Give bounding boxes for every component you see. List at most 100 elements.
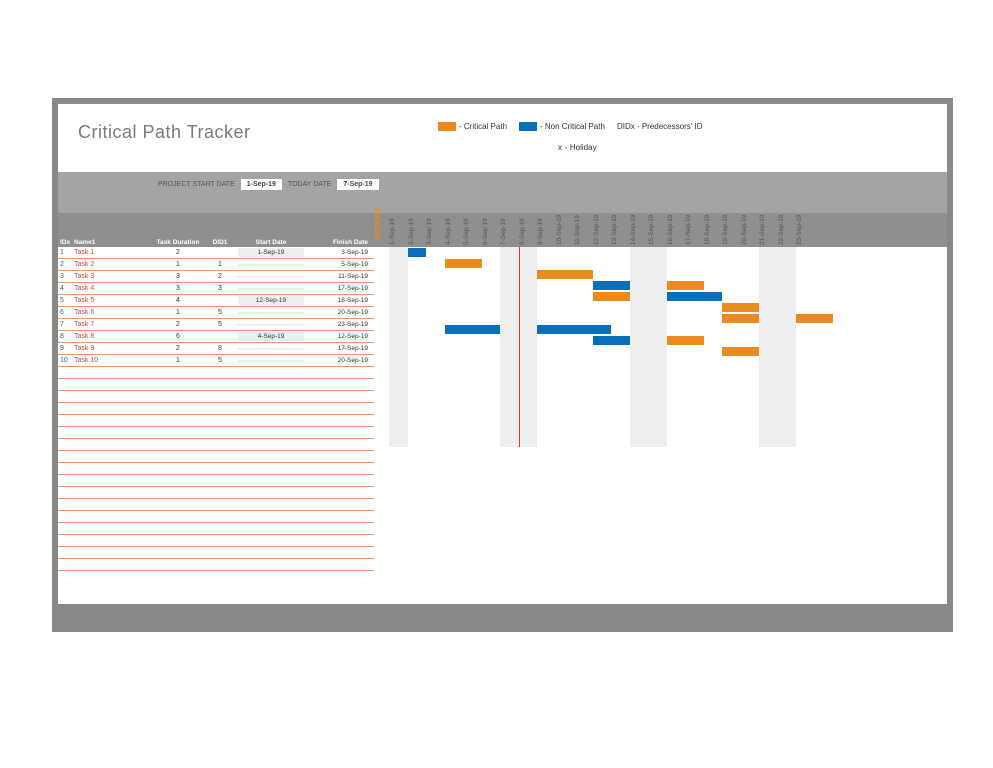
date-col: 13-Sep-19 (611, 199, 630, 247)
cell-start (238, 348, 304, 350)
cell-finish: 12-Sep-19 (304, 332, 370, 341)
periods-label: PERIODS (375, 199, 389, 247)
date-col: 4-Sep-19 (445, 199, 464, 247)
cell-start (238, 312, 304, 314)
date-col: 12-Sep-19 (593, 199, 612, 247)
date-col: 11-Sep-19 (574, 199, 593, 247)
empty-row (58, 463, 374, 475)
date-col: 17-Sep-19 (685, 199, 704, 247)
gantt-bar-critical[interactable] (667, 336, 704, 345)
project-start-input[interactable]: 1-Sep-19 (241, 179, 282, 190)
cell-duration: 1 (154, 356, 202, 365)
table-row[interactable]: 6Task 61520-Sep-19 (58, 307, 374, 319)
legend-critical: - Critical Path (438, 122, 507, 131)
cell-id: 10 (58, 356, 72, 365)
empty-row (58, 535, 374, 547)
cell-did: 5 (202, 356, 238, 365)
col-name: Name1 (72, 238, 154, 247)
date-col: 22-Sep-19 (778, 199, 797, 247)
date-col: 14-Sep-19 (630, 199, 649, 247)
date-col: 7-Sep-19 (500, 199, 519, 247)
cell-finish: 18-Sep-19 (304, 296, 370, 305)
cell-id: 3 (58, 272, 72, 281)
cell-did: 1 (202, 260, 238, 269)
today-date-input[interactable]: 7-Sep-19 (337, 179, 378, 190)
empty-row (58, 475, 374, 487)
cell-name: Task 7 (72, 320, 154, 329)
cell-id: 5 (58, 296, 72, 305)
cell-name: Task 3 (72, 272, 154, 281)
gantt-bar-noncritical[interactable] (445, 325, 501, 334)
empty-row (58, 427, 374, 439)
date-col: 2-Sep-19 (408, 199, 427, 247)
table-row[interactable]: 9Task 92817-Sep-19 (58, 343, 374, 355)
table-header-row: IDx Name1 Task Duration DID1 Start Date … (58, 227, 374, 249)
gantt-bar-critical[interactable] (722, 347, 759, 356)
cell-id: 6 (58, 308, 72, 317)
gantt-bar-noncritical[interactable] (593, 336, 630, 345)
today-line (519, 247, 520, 447)
gantt-bar-critical[interactable] (445, 259, 482, 268)
cell-did: 5 (202, 320, 238, 329)
cell-duration: 4 (154, 296, 202, 305)
table-row[interactable]: 3Task 33211-Sep-19 (58, 271, 374, 283)
table-row[interactable]: 10Task 101520-Sep-19 (58, 355, 374, 367)
cell-name: Task 4 (72, 284, 154, 293)
table-row[interactable]: 5Task 54 12-Sep-1918-Sep-19 (58, 295, 374, 307)
empty-row (58, 403, 374, 415)
cell-duration: 1 (154, 260, 202, 269)
table-row[interactable]: 7Task 72523-Sep-19 (58, 319, 374, 331)
cell-did: 5 (202, 308, 238, 317)
table-row[interactable]: 1Task 121-Sep-193-Sep-19 (58, 247, 374, 259)
swatch-critical-icon (438, 122, 456, 131)
col-start: Start Date (238, 238, 304, 247)
cell-finish: 17-Sep-19 (304, 284, 370, 293)
weekend-shade (759, 247, 796, 447)
legend: - Critical Path - Non Critical Path DIDx… (438, 122, 818, 152)
cell-duration: 3 (154, 284, 202, 293)
table-row[interactable]: 4Task 43317-Sep-19 (58, 283, 374, 295)
cell-did (202, 252, 238, 254)
legend-critical-label: - Critical Path (459, 122, 507, 131)
empty-row (58, 391, 374, 403)
empty-row (58, 523, 374, 535)
date-col: 5-Sep-19 (463, 199, 482, 247)
cell-name: Task 10 (72, 356, 154, 365)
cell-start: 1-Sep-19 (238, 248, 304, 257)
cell-start (238, 264, 304, 266)
legend-holiday-mark: x (558, 143, 562, 152)
cell-name: Task 5 (72, 296, 154, 305)
cell-finish: 11-Sep-19 (304, 272, 370, 281)
gantt-bar-critical[interactable] (796, 314, 833, 323)
cell-finish: 17-Sep-19 (304, 344, 370, 353)
table-row[interactable]: 2Task 2115-Sep-19 (58, 259, 374, 271)
cell-finish: 5-Sep-19 (304, 260, 370, 269)
today-date-label: TODAY DATE (288, 181, 331, 188)
cell-duration: 1 (154, 308, 202, 317)
cell-duration: 2 (154, 344, 202, 353)
table-row[interactable]: 8Task 864-Sep-1912-Sep-19 (58, 331, 374, 343)
gantt-bar-noncritical[interactable] (667, 292, 723, 301)
gantt-area (374, 247, 947, 557)
empty-row (58, 439, 374, 451)
cell-name: Task 2 (72, 260, 154, 269)
cell-name: Task 9 (72, 344, 154, 353)
cell-name: Task 8 (72, 332, 154, 341)
cell-id: 2 (58, 260, 72, 269)
date-col: 18-Sep-19 (704, 199, 723, 247)
cell-start: 12-Sep-19 (238, 296, 304, 305)
cell-did (202, 336, 238, 338)
date-col: 1-Sep-19 (389, 199, 408, 247)
col-did: DID1 (202, 238, 238, 247)
cell-duration: 3 (154, 272, 202, 281)
cell-duration: 6 (154, 332, 202, 341)
empty-row (58, 415, 374, 427)
cell-finish: 20-Sep-19 (304, 308, 370, 317)
date-col: 21-Sep-19 (759, 199, 778, 247)
gantt-bar-critical[interactable] (722, 303, 759, 312)
col-finish: Finish Date (304, 238, 370, 247)
empty-row (58, 487, 374, 499)
cell-finish: 23-Sep-19 (304, 320, 370, 329)
weekend-shade (389, 247, 408, 447)
cell-id: 8 (58, 332, 72, 341)
